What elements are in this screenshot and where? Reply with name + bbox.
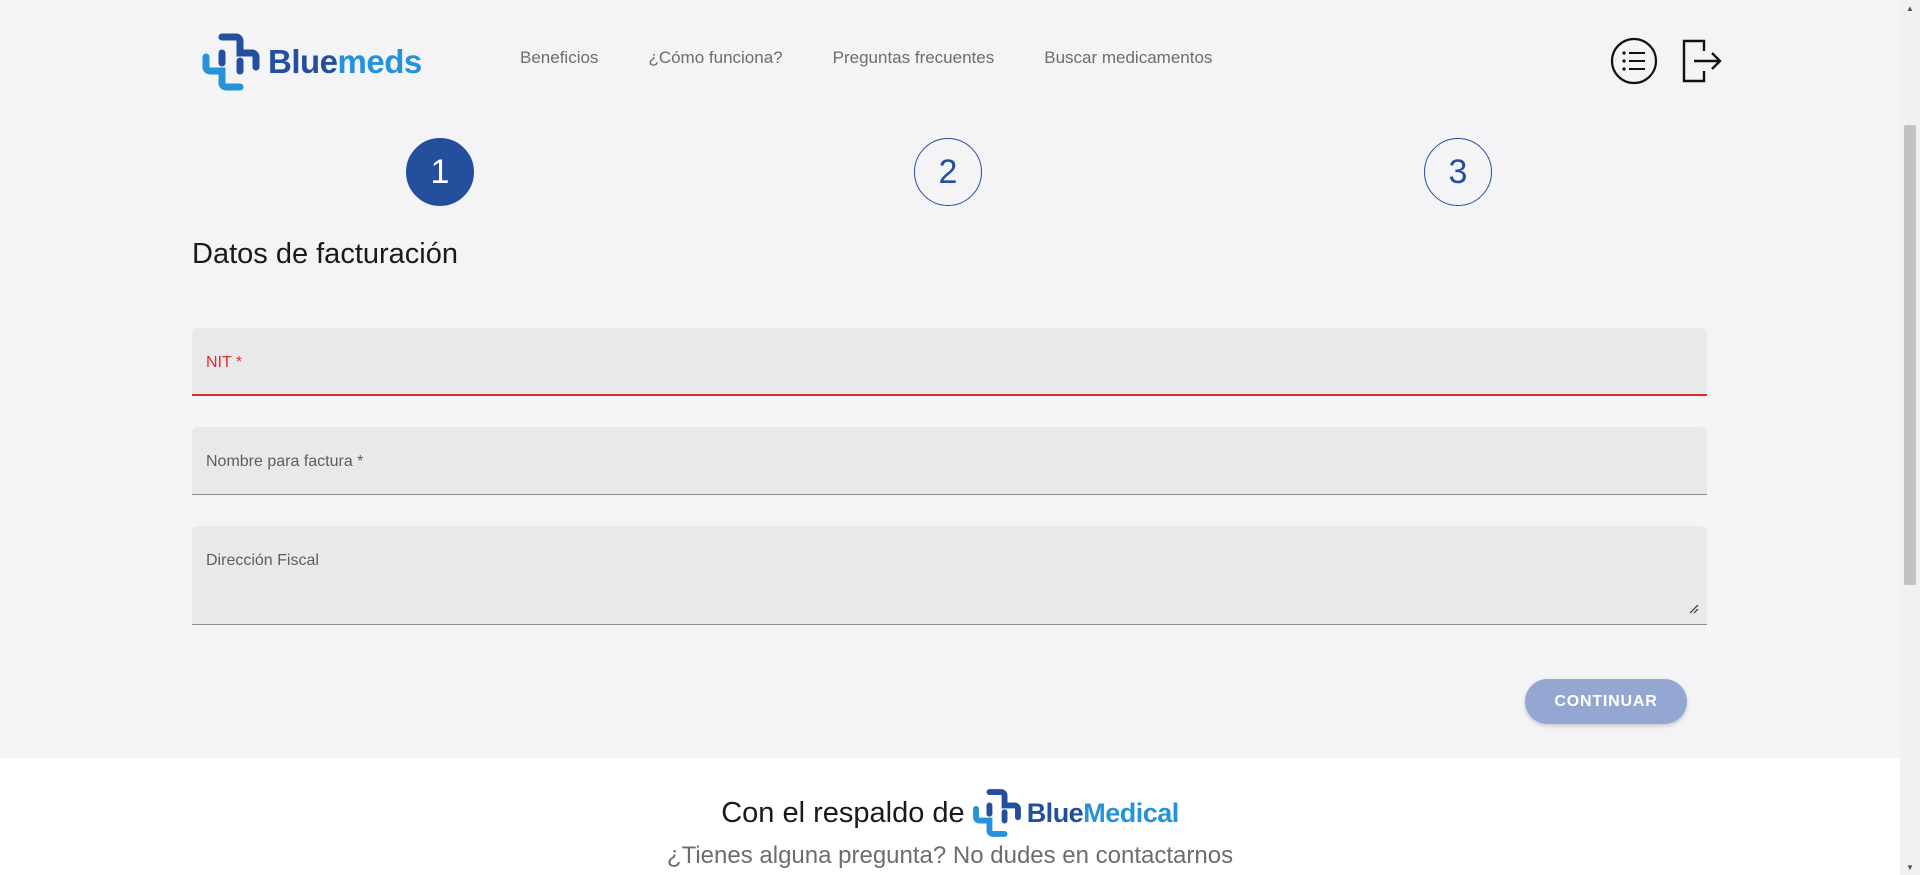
logout-icon xyxy=(1682,39,1722,83)
logo-text-blue: Blue xyxy=(268,43,338,80)
direccion-fiscal-textarea[interactable] xyxy=(206,582,1693,616)
scrollbar-thumb[interactable] xyxy=(1904,125,1916,585)
footer: Con el respaldo de BlueMedical ¿Tienes a… xyxy=(0,758,1900,875)
stepper: 1 2 3 xyxy=(0,138,1900,212)
step-2: 2 xyxy=(914,138,982,206)
menu-list-button[interactable] xyxy=(1610,37,1658,85)
direccion-fiscal-field[interactable]: Dirección Fiscal xyxy=(192,526,1707,625)
nav-link-preguntas-frecuentes[interactable]: Preguntas frecuentes xyxy=(833,48,995,68)
nav-link-como-funciona[interactable]: ¿Cómo funciona? xyxy=(648,48,782,68)
footer-question: ¿Tienes alguna pregunta? No dudes en con… xyxy=(666,842,1234,869)
backed-by-text: Con el respaldo de xyxy=(721,796,965,829)
step-3: 3 xyxy=(1424,138,1492,206)
nit-field[interactable]: NIT * xyxy=(192,328,1707,396)
logo-text-meds: meds xyxy=(337,43,423,80)
footer-backed-by: Con el respaldo de BlueMedical xyxy=(0,788,1900,838)
vertical-scrollbar[interactable]: ▲ ▼ xyxy=(1900,0,1920,875)
nav-link-beneficios[interactable]: Beneficios xyxy=(520,48,598,68)
nit-input[interactable] xyxy=(206,362,1693,386)
continue-button[interactable]: CONTINUAR xyxy=(1525,679,1687,724)
resize-handle-icon[interactable] xyxy=(1689,604,1699,614)
scroll-up-arrow-icon[interactable]: ▲ xyxy=(1900,0,1920,16)
page: Bluemeds Beneficios ¿Cómo funciona? Preg… xyxy=(0,0,1900,875)
nombre-factura-input[interactable] xyxy=(206,462,1693,486)
bluemeds-logo[interactable]: Bluemeds xyxy=(200,33,422,91)
step-1: 1 xyxy=(406,138,474,206)
bluemedical-text-medical: Medical xyxy=(1083,797,1179,828)
scroll-down-arrow-icon[interactable]: ▼ xyxy=(1900,859,1920,875)
nav-link-buscar-medicamentos[interactable]: Buscar medicamentos xyxy=(1044,48,1212,68)
header: Bluemeds Beneficios ¿Cómo funciona? Preg… xyxy=(0,0,1900,124)
main-nav: Beneficios ¿Cómo funciona? Preguntas fre… xyxy=(520,48,1212,68)
nombre-factura-field[interactable]: Nombre para factura * xyxy=(192,427,1707,495)
cross-logo-icon xyxy=(202,33,260,91)
bluemedical-text-blue: Blue xyxy=(1026,797,1084,828)
section-title: Datos de facturación xyxy=(192,238,458,270)
logo-wordmark: Bluemeds xyxy=(268,43,422,81)
cross-logo-icon xyxy=(972,789,1021,837)
list-icon xyxy=(1610,37,1658,85)
bluemedical-wordmark: BlueMedical xyxy=(1026,797,1180,829)
bluemedical-logo[interactable]: BlueMedical xyxy=(971,788,1179,838)
logout-button[interactable] xyxy=(1678,37,1726,85)
direccion-fiscal-label: Dirección Fiscal xyxy=(206,552,319,569)
header-actions xyxy=(1610,37,1726,85)
